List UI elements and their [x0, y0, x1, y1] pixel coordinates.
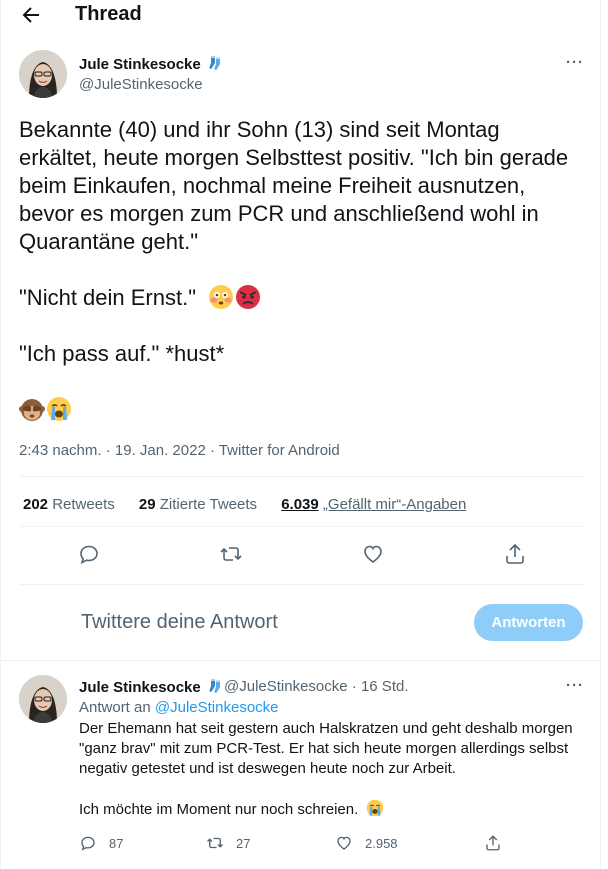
tweet-paragraph: Bekannte (40) und ihr Sohn (13) sind sei… — [19, 117, 569, 254]
thread-panel: Thread Jule Stinkesocke @JuleStinkesocke… — [0, 0, 601, 869]
flushed-face-emoji-icon — [209, 285, 234, 309]
reply-actions: 87 27 2.958 — [79, 832, 579, 854]
loudly-crying-face-emoji-icon — [47, 397, 71, 421]
divider — [19, 476, 584, 477]
likes-stat[interactable]: 6.039 „Gefällt mir“-Angaben — [281, 496, 466, 513]
reply-input[interactable]: Twittere deine Antwort — [81, 611, 278, 634]
reply-time[interactable]: · 16 Std. — [352, 678, 409, 695]
avatar[interactable] — [19, 675, 67, 723]
reply-paragraph: Der Ehemann hat seit gestern auch Halskr… — [79, 720, 573, 777]
mention-link[interactable]: @JuleStinkesocke — [155, 699, 279, 716]
replying-to: Antwort an @JuleStinkesocke — [79, 699, 279, 716]
back-arrow-icon[interactable] — [19, 3, 43, 27]
angry-face-emoji-icon — [236, 285, 261, 309]
tweet-actions — [1, 540, 601, 570]
retweet-count: 27 — [236, 835, 251, 851]
tweet-paragraph: "Ich pass auf." *hust* — [19, 341, 225, 366]
reply-submit-button[interactable]: Antworten — [474, 604, 583, 641]
share-action[interactable] — [484, 832, 502, 854]
author-handle[interactable]: @JuleStinkesocke — [79, 76, 203, 93]
tweet-emoji-line — [19, 396, 579, 424]
thread-header: Thread — [1, 0, 601, 30]
loudly-crying-face-emoji-icon — [367, 799, 384, 817]
like-count: 2.958 — [365, 835, 398, 851]
like-action[interactable]: 2.958 — [335, 832, 398, 854]
share-icon[interactable] — [503, 542, 527, 566]
divider — [19, 584, 584, 585]
retweet-icon[interactable] — [219, 542, 243, 566]
divider — [19, 526, 584, 527]
reply-icon[interactable] — [77, 542, 101, 566]
reply-author-handle[interactable]: @JuleStinkesocke · 16 Std. — [224, 678, 409, 695]
reply-paragraph: Ich möchte im Moment nur noch schreien. — [79, 799, 584, 820]
author-name[interactable]: Jule Stinkesocke — [79, 55, 224, 73]
reply-icon — [81, 836, 95, 851]
tweet-timestamp[interactable]: 2:43 nachm. · 19. Jan. 2022 · Twitter fo… — [19, 442, 340, 459]
like-heart-icon[interactable] — [361, 542, 385, 566]
tweet-paragraph: "Nicht dein Ernst." — [19, 284, 579, 312]
more-options-icon[interactable]: ··· — [566, 677, 584, 694]
socks-emoji-icon — [209, 56, 220, 70]
divider — [1, 660, 601, 661]
page-title: Thread — [75, 3, 142, 25]
more-options-icon[interactable]: ··· — [566, 54, 584, 71]
retweets-stat[interactable]: 202 Retweets — [23, 496, 115, 513]
socks-emoji-icon — [209, 679, 220, 693]
tweet-text: Bekannte (40) und ihr Sohn (13) sind sei… — [19, 116, 579, 424]
reply-count: 87 — [109, 835, 124, 851]
like-heart-icon — [337, 836, 351, 850]
avatar[interactable] — [19, 50, 67, 98]
reply-text: Der Ehemann hat seit gestern auch Halskr… — [79, 719, 584, 820]
reply-author-name[interactable]: Jule Stinkesocke — [79, 678, 224, 696]
tweet-stats: 202 Retweets 29 Zitierte Tweets 6.039 „G… — [23, 496, 486, 513]
quote-tweets-stat[interactable]: 29 Zitierte Tweets — [139, 496, 257, 513]
retweet-action[interactable]: 27 — [206, 832, 250, 854]
share-icon — [486, 835, 500, 851]
retweet-icon — [207, 837, 223, 849]
see-no-evil-monkey-emoji-icon — [19, 399, 45, 421]
reply-action[interactable]: 87 — [79, 832, 123, 854]
